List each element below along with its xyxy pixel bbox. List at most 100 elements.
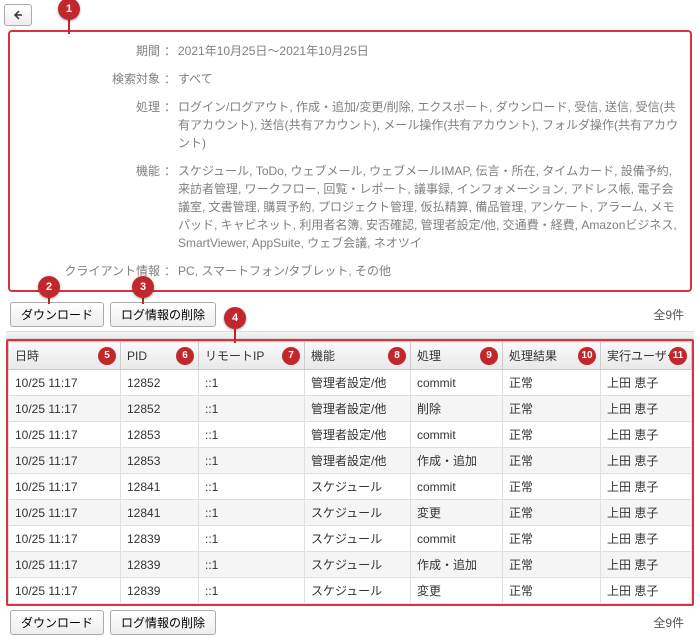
cell-ip: ::1 (199, 370, 305, 396)
cell-user: 上田 恵子 (601, 474, 692, 500)
cell-proc: 変更 (411, 500, 503, 526)
col-remote-ip[interactable]: リモートIP7 (199, 342, 305, 370)
table-header-row: 日時5 PID6 リモートIP7 機能8 処理9 処理結果10 実行ユーザー11 (9, 342, 692, 370)
delete-log-button-top[interactable]: ログ情報の削除 (110, 302, 216, 327)
annotation-11: 11 (669, 347, 687, 365)
target-value: すべて (178, 70, 682, 88)
cell-pid: 12841 (121, 500, 199, 526)
cell-feat: スケジュール (305, 526, 411, 552)
cell-user: 上田 恵子 (601, 578, 692, 604)
annotation-1-line (68, 20, 70, 34)
table-row[interactable]: 10/25 11:1712839::1スケジュールcommit正常上田 恵子 (9, 526, 692, 552)
table-row[interactable]: 10/25 11:1712853::1管理者設定/他commit正常上田 恵子 (9, 422, 692, 448)
annotation-7: 7 (282, 347, 300, 365)
col-pid[interactable]: PID6 (121, 342, 199, 370)
cell-pid: 12852 (121, 370, 199, 396)
cell-dt: 10/25 11:17 (9, 500, 121, 526)
annotation-3: 3 (132, 276, 154, 298)
target-label: 検索対象 (14, 70, 164, 88)
table-row[interactable]: 10/25 11:1712852::1管理者設定/他commit正常上田 恵子 (9, 370, 692, 396)
cell-res: 正常 (503, 552, 601, 578)
cell-ip: ::1 (199, 396, 305, 422)
cell-pid: 12839 (121, 526, 199, 552)
toolbar-bottom: ダウンロード ログ情報の削除 全9件 (4, 606, 696, 639)
col-feature[interactable]: 機能8 (305, 342, 411, 370)
cell-ip: ::1 (199, 526, 305, 552)
feature-value: スケジュール, ToDo, ウェブメール, ウェブメールIMAP, 伝言・所在,… (178, 162, 682, 252)
annotation-9: 9 (480, 347, 498, 365)
cell-ip: ::1 (199, 474, 305, 500)
log-table-wrap: 日時5 PID6 リモートIP7 機能8 処理9 処理結果10 実行ユーザー11… (6, 339, 694, 606)
col-process[interactable]: 処理9 (411, 342, 503, 370)
col-datetime[interactable]: 日時5 (9, 342, 121, 370)
cell-feat: スケジュール (305, 552, 411, 578)
cell-user: 上田 恵子 (601, 526, 692, 552)
annotation-4-line (234, 329, 236, 343)
annotation-1: 1 (58, 0, 80, 20)
cell-ip: ::1 (199, 578, 305, 604)
cell-user: 上田 恵子 (601, 448, 692, 474)
cell-dt: 10/25 11:17 (9, 448, 121, 474)
toolbar-top: 2 ダウンロード 3 ログ情報の削除 全9件 (4, 298, 696, 331)
back-button[interactable] (4, 4, 32, 26)
cell-user: 上田 恵子 (601, 500, 692, 526)
download-button-bottom[interactable]: ダウンロード (10, 610, 104, 635)
annotation-5: 5 (98, 347, 116, 365)
cell-feat: 管理者設定/他 (305, 396, 411, 422)
cell-pid: 12853 (121, 448, 199, 474)
cell-proc: 削除 (411, 396, 503, 422)
col-user[interactable]: 実行ユーザー11 (601, 342, 692, 370)
cell-proc: 作成・追加 (411, 448, 503, 474)
cell-dt: 10/25 11:17 (9, 370, 121, 396)
cell-pid: 12841 (121, 474, 199, 500)
annotation-2: 2 (38, 276, 60, 298)
cell-ip: ::1 (199, 422, 305, 448)
table-row[interactable]: 10/25 11:1712853::1管理者設定/他作成・追加正常上田 恵子 (9, 448, 692, 474)
separator (6, 331, 694, 339)
cell-pid: 12839 (121, 578, 199, 604)
cell-dt: 10/25 11:17 (9, 578, 121, 604)
cell-proc: commit (411, 474, 503, 500)
annotation-8: 8 (388, 347, 406, 365)
cell-res: 正常 (503, 500, 601, 526)
cell-user: 上田 恵子 (601, 552, 692, 578)
cell-dt: 10/25 11:17 (9, 396, 121, 422)
cell-user: 上田 恵子 (601, 370, 692, 396)
period-label: 期間 (14, 42, 164, 60)
cell-pid: 12839 (121, 552, 199, 578)
table-row[interactable]: 10/25 11:1712841::1スケジュール変更正常上田 恵子 (9, 500, 692, 526)
annotation-10: 10 (578, 347, 596, 365)
cell-pid: 12853 (121, 422, 199, 448)
download-button-top[interactable]: ダウンロード (10, 302, 104, 327)
cell-proc: 作成・追加 (411, 552, 503, 578)
delete-log-button-bottom[interactable]: ログ情報の削除 (110, 610, 216, 635)
table-row[interactable]: 10/25 11:1712841::1スケジュールcommit正常上田 恵子 (9, 474, 692, 500)
cell-feat: 管理者設定/他 (305, 448, 411, 474)
cell-res: 正常 (503, 422, 601, 448)
cell-feat: 管理者設定/他 (305, 370, 411, 396)
annotation-4: 4 (224, 307, 246, 329)
table-row[interactable]: 10/25 11:1712839::1スケジュール変更正常上田 恵子 (9, 578, 692, 604)
cell-dt: 10/25 11:17 (9, 552, 121, 578)
cell-user: 上田 恵子 (601, 422, 692, 448)
cell-res: 正常 (503, 526, 601, 552)
annotation-2-line (48, 298, 50, 304)
table-row[interactable]: 10/25 11:1712839::1スケジュール作成・追加正常上田 恵子 (9, 552, 692, 578)
col-result[interactable]: 処理結果10 (503, 342, 601, 370)
cell-res: 正常 (503, 370, 601, 396)
cell-feat: スケジュール (305, 474, 411, 500)
search-summary-box: 期間 ： 2021年10月25日～2021年10月25日 検索対象 ： すべて … (8, 30, 692, 292)
cell-feat: スケジュール (305, 500, 411, 526)
feature-label: 機能 (14, 162, 164, 252)
process-label: 処理 (14, 98, 164, 152)
cell-res: 正常 (503, 396, 601, 422)
cell-ip: ::1 (199, 448, 305, 474)
period-value: 2021年10月25日～2021年10月25日 (178, 42, 682, 60)
process-value: ログイン/ログアウト, 作成・追加/変更/削除, エクスポート, ダウンロード,… (178, 98, 682, 152)
cell-dt: 10/25 11:17 (9, 526, 121, 552)
cell-proc: commit (411, 422, 503, 448)
cell-res: 正常 (503, 578, 601, 604)
result-count-top: 全9件 (653, 306, 690, 323)
cell-feat: 管理者設定/他 (305, 422, 411, 448)
table-row[interactable]: 10/25 11:1712852::1管理者設定/他削除正常上田 恵子 (9, 396, 692, 422)
